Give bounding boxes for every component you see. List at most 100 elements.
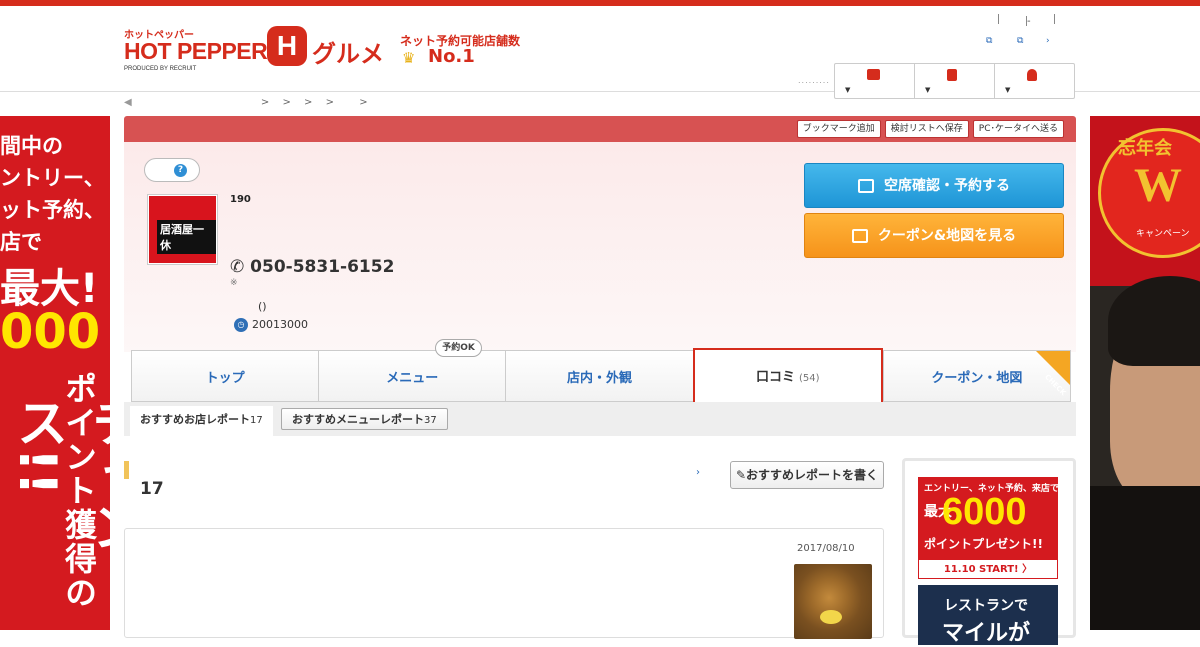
subtab-count: 37: [424, 415, 437, 426]
ad-campaign: キャンペーン: [1136, 229, 1190, 239]
tab-label: クーポン・地図: [931, 371, 1023, 386]
tab-interior[interactable]: 店内・外観: [505, 350, 693, 402]
produced-by: PRODUCED BY RECRUIT: [124, 66, 197, 72]
ad-text: ントリー、: [0, 166, 105, 190]
pencil-icon: ✎: [735, 468, 747, 482]
header-link-1[interactable]: [998, 14, 1026, 24]
dots-divider: .........: [798, 76, 830, 85]
calendar-icon: [858, 179, 874, 193]
chevron-down-icon: ▼: [925, 86, 931, 94]
crown-icon: ♛: [402, 49, 416, 67]
shop-logo: 居酒屋一休: [147, 194, 218, 265]
bookmark-button[interactable]: ブックマーク追加: [796, 120, 881, 138]
user-icon: [1027, 69, 1037, 81]
write-report-label: おすすめレポートを書く: [746, 468, 879, 482]
breadcrumb: ◀ > > > > >: [124, 97, 378, 108]
header-link-2[interactable]: -: [1026, 16, 1054, 27]
report-photo[interactable]: [794, 564, 872, 639]
ad-text: レストランで: [944, 598, 1028, 614]
reserve-ok-badge: 予約OK: [435, 339, 482, 357]
more-link[interactable]: ›: [696, 467, 700, 478]
coupon-map-label: クーポン&地図を見る: [877, 228, 1017, 244]
site-header: ホットペッパー HOT PEPPER PRODUCED BY RECRUIT H…: [0, 6, 1200, 99]
genre-pill[interactable]: ?: [144, 158, 200, 182]
breadcrumb-sep: >: [282, 97, 291, 108]
tab-label: メニュー: [386, 371, 439, 386]
subtab-shop-report[interactable]: おすすめお店レポート17: [130, 406, 273, 436]
phone-icon: ✆: [230, 257, 251, 277]
ad-person-suit: [1090, 486, 1200, 630]
report-section-header: 17 › ✎おすすめレポートを書く: [124, 461, 889, 521]
ad-title: 忘年会: [1118, 138, 1172, 159]
chevron-right-icon[interactable]: ›: [1046, 36, 1050, 46]
report-card[interactable]: 2017/08/10: [124, 528, 884, 639]
ad-vertical-text: チャンス!!: [7, 396, 110, 552]
ad-text: ット予約、: [0, 198, 105, 222]
reserve-label: 空席確認・予約する: [884, 178, 1010, 194]
coupon-icon: [851, 229, 868, 243]
nav-user-button[interactable]: ▼: [995, 64, 1074, 98]
clock-icon: ◷: [234, 318, 248, 332]
no1-badge: ネット予約可能店舗数 ♛ No.1: [400, 32, 520, 67]
shop-logo-text: 居酒屋一休: [157, 220, 216, 254]
ad-text: 間中の: [0, 134, 63, 158]
seat-count: 190: [230, 194, 251, 205]
right-banner-ad[interactable]: 忘年会 W キャンペーン: [1090, 116, 1200, 630]
section-accent: [124, 461, 129, 479]
tab-coupon-map[interactable]: クーポン・地図 CHECK: [882, 350, 1072, 402]
external-link-icon[interactable]: ⧉: [1017, 36, 1023, 46]
phone-number-text: 050-5831-6152: [250, 257, 395, 277]
shop-tabs: トップ 予約OK メニュー 店内・外観 口コミ (54) クーポン・地図 CHECK: [131, 339, 1072, 402]
logo-brand: HOT PEPPER: [124, 38, 268, 64]
ad-start-label: 11.10 START! 〉: [918, 559, 1058, 579]
help-icon[interactable]: ?: [174, 164, 187, 177]
reserve-button[interactable]: 空席確認・予約する: [804, 163, 1064, 208]
report-subtabs: おすすめお店レポート17 おすすめメニューレポート37: [124, 402, 1076, 436]
tab-reviews[interactable]: 口コミ (54): [692, 348, 883, 402]
shop-icon: [867, 69, 880, 80]
chevron-down-icon: ▼: [845, 86, 851, 94]
side-ads: エントリー、ネット予約、来店で 最大 6000 ポイントプレゼント!! 11.1…: [902, 458, 1076, 646]
phone-note: ※: [230, 278, 238, 288]
ad-text: マイルが: [942, 621, 1031, 646]
write-report-button[interactable]: ✎おすすめレポートを書く: [730, 461, 884, 489]
breadcrumb-sep: >: [304, 97, 313, 108]
breadcrumb-sep: >: [260, 97, 270, 108]
hotpepper-logo[interactable]: ホットペッパー HOT PEPPER PRODUCED BY RECRUIT H…: [124, 26, 394, 81]
tab-menu[interactable]: 予約OK メニュー: [318, 339, 506, 402]
header-links: -: [998, 14, 1055, 27]
ad-text: ポイントプレゼント!!: [924, 537, 1043, 551]
shop-toolbar: ブックマーク追加 検討リストへ保存 PC･ケータイへ送る: [124, 116, 1076, 142]
subtab-label: おすすめメニューレポート: [292, 413, 424, 426]
subtab-menu-report[interactable]: おすすめメニューレポート37: [281, 408, 448, 430]
external-link-icon[interactable]: ⧉: [986, 36, 992, 46]
review-count: (54): [798, 373, 820, 384]
nav-shop-button[interactable]: ▼: [835, 64, 915, 98]
tab-top[interactable]: トップ: [131, 350, 319, 402]
subtab-count: 17: [250, 415, 263, 426]
tab-label: 店内・外観: [567, 371, 633, 386]
ad-person-hair: [1108, 276, 1200, 366]
left-banner-ad[interactable]: 間中の ントリー、 ット予約、 店で 最大! 000 ポイント獲得の チャンス!…: [0, 116, 110, 630]
report-count: 17: [140, 479, 164, 499]
side-ad-miles[interactable]: レストランで マイルが: [918, 585, 1058, 646]
send-to-device-button[interactable]: PC･ケータイへ送る: [972, 120, 1064, 138]
ad-big-number: 6000: [942, 491, 1027, 533]
header-nav: ▼ ▼ ▼: [834, 63, 1075, 99]
tab-label: トップ: [205, 371, 245, 386]
back-arrow-icon[interactable]: ◀: [124, 97, 132, 108]
subtab-label: おすすめお店レポート: [140, 413, 250, 426]
coupon-map-button[interactable]: クーポン&地図を見る: [804, 213, 1064, 258]
breadcrumb-sep: >: [325, 97, 335, 108]
breadcrumb-sep: >: [359, 97, 368, 108]
report-date: 2017/08/10: [797, 543, 855, 554]
tab-label: 口コミ: [755, 370, 795, 385]
header-link-3[interactable]: [1054, 14, 1055, 24]
save-list-button[interactable]: 検討リストへ保存: [884, 120, 969, 138]
opening-hours: ◷ 20013000: [234, 318, 308, 332]
side-ad-points[interactable]: エントリー、ネット予約、来店で 最大 6000 ポイントプレゼント!! 11.1…: [918, 477, 1059, 579]
access-text: (): [258, 300, 267, 313]
nav-coupon-button[interactable]: ▼: [915, 64, 995, 98]
phone-number[interactable]: ✆ 050-5831-6152: [230, 257, 394, 277]
logo-h-icon: H: [267, 26, 307, 66]
